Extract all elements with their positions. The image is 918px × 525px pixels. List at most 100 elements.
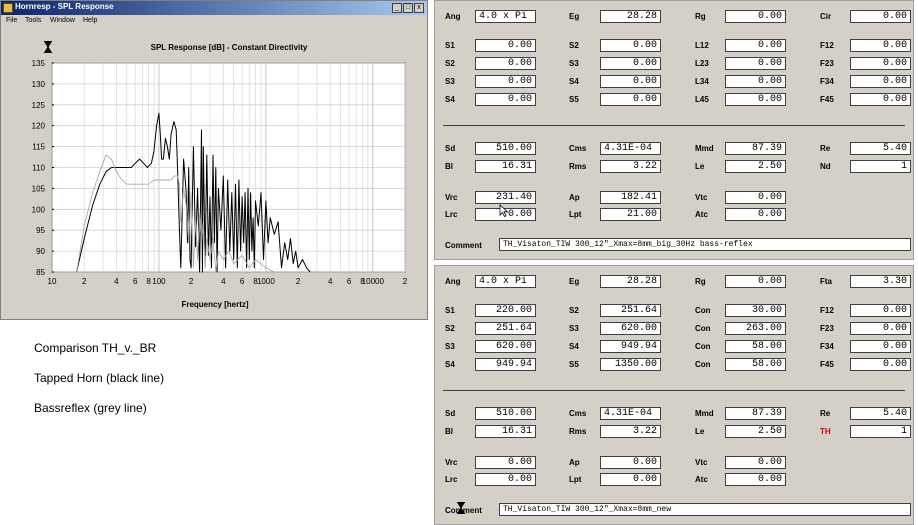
param-field-vtc[interactable]: 0.00 xyxy=(725,456,786,469)
param-label-mmd: Mmd xyxy=(695,409,714,418)
param-field-f12-r1[interactable]: 0.00 xyxy=(850,39,911,52)
menu-bar: File Tools Window Help xyxy=(1,16,427,28)
param-field-s4-r4[interactable]: 0.00 xyxy=(475,93,536,106)
param-label-vrc: Vrc xyxy=(445,458,458,467)
param-label-nd: Nd xyxy=(820,162,831,171)
param-label-s4-r3: S4 xyxy=(569,77,579,86)
param-field-eg[interactable]: 28.28 xyxy=(600,10,661,23)
param-field-re[interactable]: 5.40 xyxy=(850,142,911,155)
separator xyxy=(443,125,905,126)
param-field-f34-r3[interactable]: 0.00 xyxy=(850,75,911,88)
param-field-s5-r4[interactable]: 1350.00 xyxy=(600,358,661,371)
param-field-f23-r2[interactable]: 0.00 xyxy=(850,57,911,70)
param-field-ang[interactable]: 4.0 x Pi xyxy=(475,275,536,288)
x-tick-label: 6 xyxy=(133,277,138,286)
x-tick-label: 6 xyxy=(240,277,245,286)
param-label-bl: Bl xyxy=(445,162,453,171)
param-field-th[interactable]: 1 xyxy=(850,425,911,438)
param-field-l34-r3[interactable]: 0.00 xyxy=(725,75,786,88)
param-field-s1-r1[interactable]: 0.00 xyxy=(475,39,536,52)
param-field-vrc[interactable]: 231.40 xyxy=(475,191,536,204)
param-field-s3-r2[interactable]: 620.00 xyxy=(600,322,661,335)
param-field-s1-r1[interactable]: 220.00 xyxy=(475,304,536,317)
param-field-s2-r1[interactable]: 0.00 xyxy=(600,39,661,52)
param-field-nd[interactable]: 1 xyxy=(850,160,911,173)
param-field-s3-r3[interactable]: 620.00 xyxy=(475,340,536,353)
param-field-lrc[interactable]: 0.00 xyxy=(475,473,536,486)
param-label-s3-r2: S3 xyxy=(569,59,579,68)
param-field-con-r1[interactable]: 30.00 xyxy=(725,304,786,317)
y-tick-label: 85 xyxy=(36,268,45,277)
param-field-lpt[interactable]: 0.00 xyxy=(600,473,661,486)
param-field-bl[interactable]: 16.31 xyxy=(475,425,536,438)
maximize-button[interactable]: □ xyxy=(403,3,413,13)
param-field-cms[interactable]: 4.31E-04 xyxy=(600,407,661,420)
param-field-atc[interactable]: 0.00 xyxy=(725,473,786,486)
param-field-f45-r4[interactable]: 0.00 xyxy=(850,93,911,106)
param-field-sd[interactable]: 510.00 xyxy=(475,407,536,420)
param-field-vrc[interactable]: 0.00 xyxy=(475,456,536,469)
param-label-ap: Ap xyxy=(569,193,580,202)
comment-field[interactable]: TH_Visaton_TIW 300_12"_Xmax=8mm_new xyxy=(499,503,911,516)
param-field-l45-r4[interactable]: 0.00 xyxy=(725,93,786,106)
param-field-f23-r2[interactable]: 0.00 xyxy=(850,322,911,335)
param-field-ap[interactable]: 0.00 xyxy=(600,456,661,469)
param-field-l12-r1[interactable]: 0.00 xyxy=(725,39,786,52)
param-field-ang[interactable]: 4.0 x Pi xyxy=(475,10,536,23)
close-button[interactable]: x xyxy=(414,3,424,13)
param-field-cir[interactable]: 0.00 xyxy=(850,10,911,23)
param-field-s2-r1[interactable]: 251.64 xyxy=(600,304,661,317)
param-field-s5-r4[interactable]: 0.00 xyxy=(600,93,661,106)
menu-tools[interactable]: Tools xyxy=(25,17,41,24)
param-field-s3-r3[interactable]: 0.00 xyxy=(475,75,536,88)
param-field-rms[interactable]: 3.22 xyxy=(600,425,661,438)
param-field-f45-r4[interactable]: 0.00 xyxy=(850,358,911,371)
param-field-bl[interactable]: 16.31 xyxy=(475,160,536,173)
param-field-f12-r1[interactable]: 0.00 xyxy=(850,304,911,317)
param-field-sd[interactable]: 510.00 xyxy=(475,142,536,155)
param-field-l23-r2[interactable]: 0.00 xyxy=(725,57,786,70)
param-label-lpt: Lpt xyxy=(569,210,582,219)
param-field-ap[interactable]: 182.41 xyxy=(600,191,661,204)
param-field-le[interactable]: 2.50 xyxy=(725,160,786,173)
separator xyxy=(443,390,905,391)
title-bar[interactable]: Hornresp - SPL Response _ □ x xyxy=(1,1,427,15)
param-field-s2-r2[interactable]: 251.64 xyxy=(475,322,536,335)
param-field-mmd[interactable]: 87.39 xyxy=(725,407,786,420)
param-field-rg[interactable]: 0.00 xyxy=(725,10,786,23)
menu-help[interactable]: Help xyxy=(83,17,97,24)
param-field-s2-r2[interactable]: 0.00 xyxy=(475,57,536,70)
param-label-ang: Ang xyxy=(445,277,461,286)
param-field-le[interactable]: 2.50 xyxy=(725,425,786,438)
menu-window[interactable]: Window xyxy=(50,17,75,24)
param-field-s4-r3[interactable]: 949.94 xyxy=(600,340,661,353)
param-field-mmd[interactable]: 87.39 xyxy=(725,142,786,155)
param-field-rms[interactable]: 3.22 xyxy=(600,160,661,173)
param-field-re[interactable]: 5.40 xyxy=(850,407,911,420)
param-field-fta[interactable]: 3.30 xyxy=(850,275,911,288)
param-field-s4-r3[interactable]: 0.00 xyxy=(600,75,661,88)
param-field-atc[interactable]: 0.00 xyxy=(725,208,786,221)
param-field-con-r3[interactable]: 58.00 xyxy=(725,340,786,353)
param-field-cms[interactable]: 4.31E-04 xyxy=(600,142,661,155)
comment-field[interactable]: TH_Visaton_TIW 300_12"_Xmax=8mm_big_30Hz… xyxy=(499,238,911,251)
spl-response-window: Hornresp - SPL Response _ □ x File Tools… xyxy=(0,0,428,320)
param-field-con-r2[interactable]: 263.00 xyxy=(725,322,786,335)
minimize-button[interactable]: _ xyxy=(392,3,402,13)
param-field-lpt[interactable]: 21.00 xyxy=(600,208,661,221)
param-field-f34-r3[interactable]: 0.00 xyxy=(850,340,911,353)
param-field-s4-r4[interactable]: 949.94 xyxy=(475,358,536,371)
param-label-s2-r1: S2 xyxy=(569,41,579,50)
param-field-rg[interactable]: 0.00 xyxy=(725,275,786,288)
param-field-vtc[interactable]: 0.00 xyxy=(725,191,786,204)
param-field-eg[interactable]: 28.28 xyxy=(600,275,661,288)
y-tick-label: 120 xyxy=(32,122,46,131)
param-label-fta: Fta xyxy=(820,277,832,286)
menu-file[interactable]: File xyxy=(6,17,17,24)
y-tick-label: 100 xyxy=(32,205,46,214)
param-field-s3-r2[interactable]: 0.00 xyxy=(600,57,661,70)
param-field-con-r4[interactable]: 58.00 xyxy=(725,358,786,371)
param-label-s1-r1: S1 xyxy=(445,41,455,50)
param-label-con-r2: Con xyxy=(695,324,711,333)
param-label-s2-r2: S2 xyxy=(445,59,455,68)
